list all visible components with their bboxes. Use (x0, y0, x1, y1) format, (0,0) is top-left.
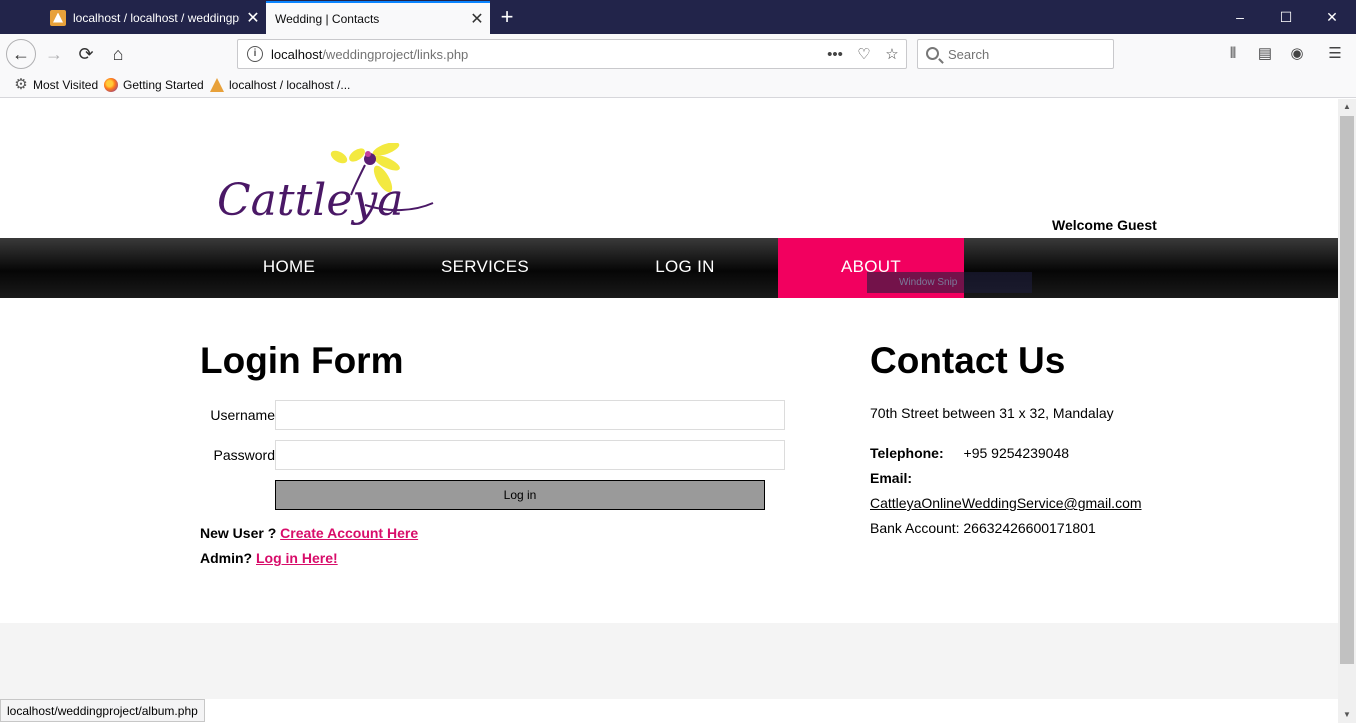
close-window-button[interactable]: ✕ (1309, 0, 1355, 34)
menu-icon[interactable]: ☰ (1324, 44, 1346, 64)
pocket-icon[interactable]: ♡ (853, 45, 875, 65)
main-menu: HOME SERVICES LOG IN ABOUT (0, 238, 1338, 298)
telephone-label: Telephone: (870, 445, 944, 461)
site-info-icon[interactable]: i (247, 46, 263, 62)
url-text[interactable]: localhost/weddingproject/links.php (271, 47, 468, 62)
search-icon (926, 47, 939, 60)
minimize-button[interactable]: – (1217, 0, 1263, 34)
url-host: localhost (271, 47, 323, 62)
phpmyadmin-icon (50, 9, 66, 26)
footer-band (0, 623, 1338, 699)
contact-address: 70th Street between 31 x 32, Mandalay (870, 405, 1114, 421)
contact-telephone: Telephone: +95 9254239048 (870, 445, 1069, 461)
menu-item-login[interactable]: LOG IN (592, 238, 778, 298)
bank-account: Bank Account: 26632426600171801 (870, 520, 1096, 536)
telephone-value: +95 9254239048 (963, 445, 1070, 461)
forward-button[interactable]: → (39, 40, 69, 68)
search-bar[interactable] (917, 39, 1114, 69)
phpmyadmin-icon (210, 78, 224, 92)
firefox-icon (104, 78, 118, 92)
bookmarks-bar: ⚙ Most Visited Getting Started localhost… (0, 74, 1356, 98)
create-account-link[interactable]: Create Account Here (280, 525, 418, 541)
tab-wedding-contacts[interactable]: Wedding | Contacts ✕ (266, 1, 490, 34)
tab-phpmyadmin[interactable]: localhost / localhost / weddingproj ✕ (41, 1, 266, 34)
page-content: Cattleya Welcome Guest HOME SERVICES LOG… (0, 99, 1338, 699)
sidebar-icon[interactable]: ▤ (1254, 44, 1276, 64)
new-tab-button[interactable]: + (494, 3, 520, 31)
admin-line: Admin? Log in Here! (200, 550, 338, 566)
browser-titlebar: localhost / localhost / weddingproj ✕ We… (0, 0, 1356, 34)
menu-item-services[interactable]: SERVICES (392, 238, 578, 298)
home-button[interactable]: ⌂ (103, 40, 133, 68)
scroll-down-icon[interactable]: ▼ (1338, 707, 1356, 723)
login-form-title: Login Form (200, 340, 404, 381)
browser-toolbar: ← → ⟳ ⌂ i localhost/weddingproject/links… (0, 34, 1356, 74)
admin-text: Admin? (200, 550, 253, 566)
password-label: Password (213, 447, 275, 463)
tab-title: localhost / localhost / weddingproj (73, 10, 240, 25)
reload-button[interactable]: ⟳ (71, 40, 101, 68)
username-label: Username (210, 407, 275, 423)
username-input[interactable] (275, 400, 785, 430)
url-bar[interactable]: i localhost/weddingproject/links.php •••… (237, 39, 907, 69)
page-scrollbar[interactable]: ▲ ▼ (1338, 99, 1356, 723)
admin-login-link[interactable]: Log in Here! (256, 550, 338, 566)
logo-text: Cattleya (217, 175, 403, 226)
cattleya-logo[interactable]: Cattleya (215, 143, 435, 227)
bookmark-star-icon[interactable]: ☆ (881, 45, 903, 65)
menu-item-home[interactable]: HOME (196, 238, 382, 298)
new-user-line: New User ? Create Account Here (200, 525, 418, 541)
bookmark-label: Most Visited (33, 78, 99, 92)
new-user-text: New User ? (200, 525, 277, 541)
account-icon[interactable]: ◉ (1286, 44, 1308, 64)
status-bar: localhost/weddingproject/album.php (0, 699, 205, 722)
close-tab-icon[interactable]: ✕ (240, 8, 266, 28)
login-button[interactable]: Log in (275, 480, 765, 510)
maximize-button[interactable]: ☐ (1263, 0, 1309, 34)
scroll-up-icon[interactable]: ▲ (1338, 99, 1356, 115)
tab-title: Wedding | Contacts (275, 11, 380, 26)
bookmark-label: Getting Started (123, 78, 204, 92)
bookmark-most-visited[interactable]: ⚙ Most Visited (14, 76, 99, 93)
email-link[interactable]: CattleyaOnlineWeddingService@gmail.com (870, 495, 1142, 511)
library-icon[interactable]: ⫴ (1222, 44, 1244, 64)
bookmark-localhost[interactable]: localhost / localhost /... (210, 78, 350, 92)
search-input[interactable] (948, 46, 1108, 63)
url-path: /weddingproject/links.php (322, 47, 469, 62)
contact-title: Contact Us (870, 340, 1066, 381)
bookmark-label: localhost / localhost /... (229, 78, 351, 92)
welcome-text: Welcome Guest (1052, 217, 1157, 233)
page-actions-icon[interactable]: ••• (824, 45, 846, 65)
gear-icon: ⚙ (14, 76, 28, 93)
close-tab-icon[interactable]: ✕ (464, 9, 490, 29)
bookmark-getting-started[interactable]: Getting Started (104, 78, 204, 92)
window-snip-overlay: Window Snip (867, 272, 1032, 293)
email-label: Email: (870, 470, 913, 486)
back-button[interactable]: ← (6, 39, 36, 69)
scroll-thumb[interactable] (1340, 116, 1354, 664)
password-input[interactable] (275, 440, 785, 470)
